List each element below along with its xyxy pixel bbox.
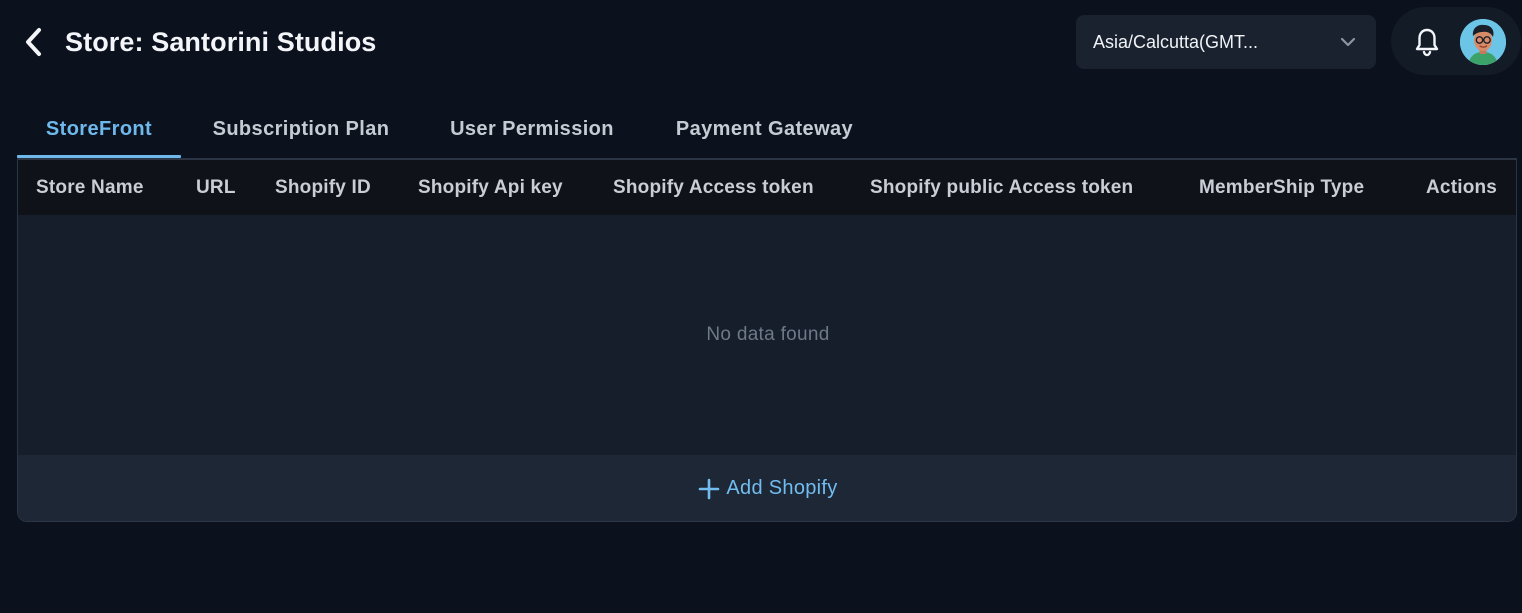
bell-icon [1415, 28, 1439, 57]
add-shopify-label: Add Shopify [726, 477, 838, 499]
notifications-button[interactable] [1410, 24, 1444, 60]
settings-tabs: StoreFront Subscription Plan User Permis… [17, 100, 1517, 159]
shopify-stores-table: Store Name URL Shopify ID Shopify Api ke… [17, 159, 1517, 522]
top-header: Store: Santorini Studios Asia/Calcutta(G… [0, 0, 1522, 84]
tab-payment-gateway[interactable]: Payment Gateway [662, 100, 867, 158]
column-shopify-id: Shopify ID [275, 176, 371, 198]
store-settings-page: Store: Santorini Studios Asia/Calcutta(G… [0, 0, 1522, 613]
timezone-value: Asia/Calcutta(GMT... [1093, 31, 1259, 52]
chevron-left-icon [26, 28, 41, 56]
column-shopify-api-key: Shopify Api key [418, 176, 563, 198]
add-shopify-button[interactable]: Add Shopify [18, 455, 1516, 521]
column-shopify-public-access-token: Shopify public Access token [870, 176, 1134, 198]
empty-state-message: No data found [706, 324, 830, 345]
column-membership-type: MemberShip Type [1199, 176, 1365, 198]
column-actions: Actions [1426, 176, 1498, 198]
tab-user-permission[interactable]: User Permission [437, 100, 627, 158]
timezone-select[interactable]: Asia/Calcutta(GMT... [1076, 15, 1376, 69]
table-header: Store Name URL Shopify ID Shopify Api ke… [18, 160, 1516, 215]
plus-icon [699, 478, 720, 499]
chevron-down-icon [1338, 32, 1358, 52]
tab-storefront[interactable]: StoreFront [17, 100, 181, 158]
column-store-name: Store Name [36, 176, 144, 198]
active-tab-indicator [17, 155, 181, 158]
user-avatar[interactable] [1460, 19, 1506, 65]
tab-subscription-plan[interactable]: Subscription Plan [197, 100, 405, 158]
column-shopify-access-token: Shopify Access token [613, 176, 814, 198]
back-button[interactable] [18, 24, 50, 60]
column-url: URL [196, 176, 236, 198]
page-title: Store: Santorini Studios [65, 27, 377, 57]
add-shopify-content: Add Shopify [698, 477, 837, 500]
